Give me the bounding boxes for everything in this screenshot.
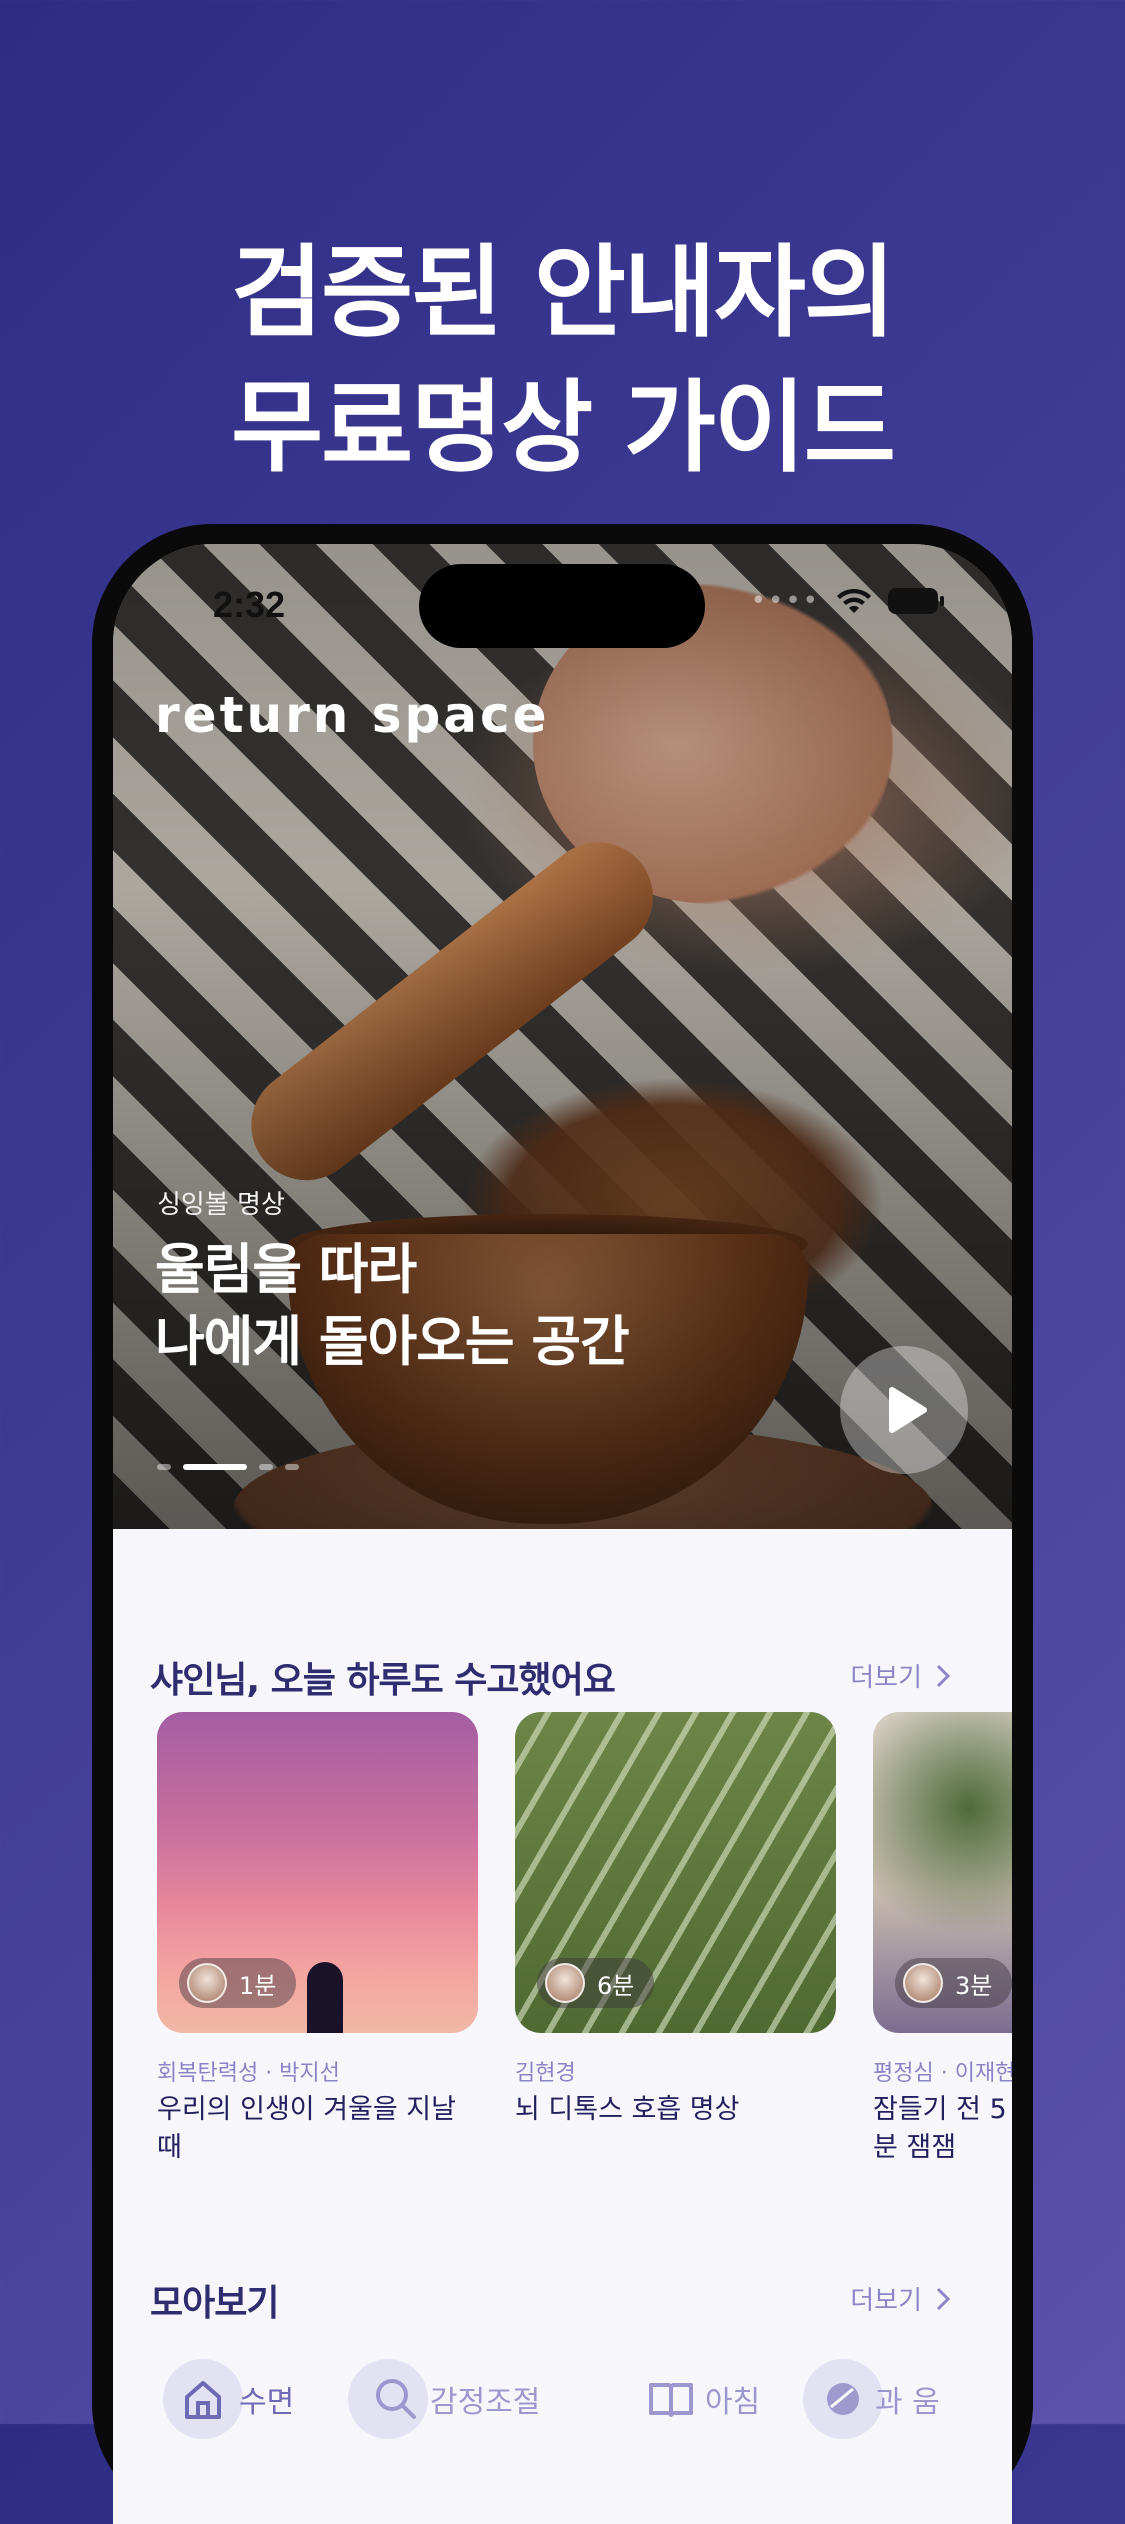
carousel-dot[interactable]: [259, 1464, 273, 1470]
tab-label: 감정조절: [430, 2385, 541, 2420]
phone-frame: 2:32 •••• return space 싱잉볼 명상 울림을 따라 나에게…: [92, 524, 1033, 2524]
meditation-card[interactable]: 1분 회복탄력성 · 박지선 우리의 인생이 겨울을 지날 때: [157, 1712, 478, 2167]
card-title: 우리의 인생이 겨울을 지날 때: [157, 2094, 456, 2163]
chevron-right-icon: [936, 2287, 950, 2310]
app-screen: 2:32 •••• return space 싱잉볼 명상 울림을 따라 나에게…: [113, 544, 1012, 2524]
greeting-more-link[interactable]: 더보기: [850, 1657, 950, 1694]
meditation-card[interactable]: 6분 김현경 뇌 디톡스 호흡 명상: [515, 1712, 836, 2129]
promo-headline-line2: 무료명상 가이드: [231, 369, 896, 486]
meditation-card-list: 1분 회복탄력성 · 박지선 우리의 인생이 겨울을 지날 때 6분 김현경 뇌…: [157, 1712, 1012, 2163]
guide-avatar: [545, 1963, 585, 2003]
promo-headline: 검증된 안내자의 무료명상 가이드: [0, 225, 1125, 495]
card-thumbnail: 1분: [157, 1712, 478, 2033]
greeting-section-title: 샤인님, 오늘 하루도 수고했어요: [150, 1660, 616, 1701]
cellular-signal-icon: ••••: [750, 586, 820, 616]
card-meta: 김현경: [515, 2061, 576, 2086]
promo-headline-line1: 검증된 안내자의: [231, 234, 896, 351]
thumbnail-silhouette: [307, 1962, 343, 2033]
duration-chip: 1분: [179, 1958, 297, 2008]
collection-section-title: 모아보기: [150, 2283, 279, 2324]
duration-text: 6분: [597, 1971, 635, 2000]
meditation-card[interactable]: 3분 평정심 · 이재현 잠들기 전 5분 잼잼: [873, 1712, 1012, 2167]
duration-chip: 3분: [895, 1958, 1012, 2008]
carousel-indicator: [157, 1464, 299, 1470]
card-title: 잠들기 전 5분 잼잼: [873, 2094, 1007, 2163]
hero-title: 울림을 따라 나에게 돌아오는 공간: [155, 1234, 630, 1378]
duration-text: 1분: [239, 1971, 277, 2000]
hero-banner[interactable]: 2:32 •••• return space 싱잉볼 명상 울림을 따라 나에게…: [113, 544, 1012, 1529]
dynamic-island: [419, 564, 705, 648]
carousel-dot[interactable]: [157, 1464, 171, 1470]
card-thumbnail: 6분: [515, 1712, 836, 2033]
collection-more-label: 더보기: [850, 2286, 922, 2316]
card-meta: 평정심 · 이재현: [873, 2061, 1012, 2086]
hero-title-line2: 나에게 돌아오는 공간: [155, 1310, 630, 1373]
carousel-dot[interactable]: [285, 1464, 299, 1470]
collection-section-header: 모아보기 더보기: [150, 2274, 980, 2334]
tab-label: 과 움: [875, 2385, 940, 2420]
tab-label: 아침: [705, 2385, 761, 2420]
book-icon: [649, 2383, 693, 2417]
chevron-right-icon: [936, 1664, 950, 1687]
home-icon: [185, 2381, 221, 2419]
play-button[interactable]: [840, 1346, 968, 1474]
hero-title-line1: 울림을 따라: [155, 1238, 417, 1301]
duration-text: 3분: [955, 1971, 993, 2000]
card-title: 뇌 디톡스 호흡 명상: [515, 2094, 740, 2125]
tab-label: 수면: [239, 2385, 295, 2420]
status-time: 2:32: [213, 584, 286, 625]
guide-avatar: [903, 1963, 943, 2003]
play-icon: [889, 1387, 927, 1433]
leaf-icon: [827, 2383, 859, 2415]
guide-avatar: [187, 1963, 227, 2003]
wifi-icon: [837, 588, 871, 613]
collection-more-link[interactable]: 더보기: [850, 2280, 950, 2317]
duration-chip: 6분: [537, 1958, 655, 2008]
card-meta: 회복탄력성 · 박지선: [157, 2061, 340, 2086]
battery-icon: [888, 588, 944, 614]
greeting-more-label: 더보기: [850, 1663, 922, 1693]
app-logo: return space: [155, 686, 550, 744]
greeting-section-header: 샤인님, 오늘 하루도 수고했어요 더보기: [150, 1651, 980, 1711]
carousel-dot-active[interactable]: [183, 1464, 247, 1470]
hero-category: 싱잉볼 명상: [157, 1190, 285, 1220]
status-indicators: ••••: [750, 586, 944, 616]
bottom-tab-bar: 수면 감정조절 아침 과 움: [113, 2359, 1012, 2484]
card-thumbnail: 3분: [873, 1712, 1012, 2033]
search-icon: [376, 2379, 416, 2419]
